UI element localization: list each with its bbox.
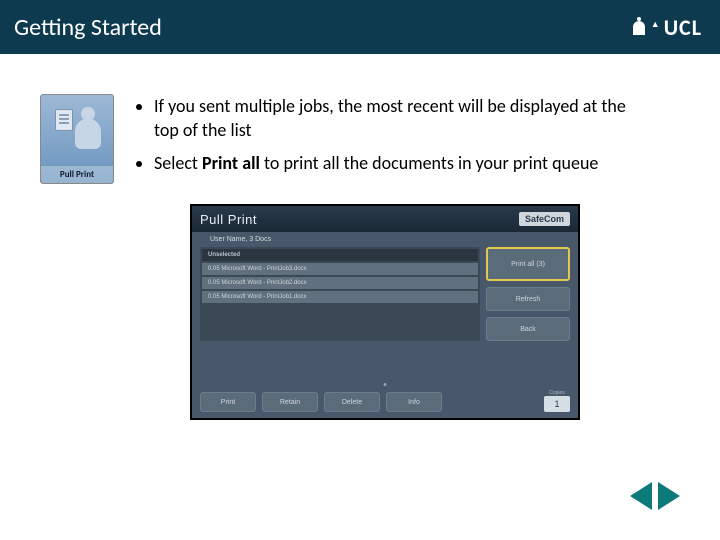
- refresh-button[interactable]: Refresh: [486, 287, 570, 311]
- job-list-header: Unselected: [202, 249, 478, 261]
- bottom-button-row: Print Retain Delete Info Copies 1: [200, 390, 570, 412]
- job-row[interactable]: 0.05 Microsoft Word - PrintJob3.docx: [202, 263, 478, 275]
- side-button-column: Print all (3) Refresh Back: [486, 247, 570, 341]
- pull-print-tile: Pull Print: [40, 94, 114, 184]
- panel-body: Unselected 0.05 Microsoft Word - PrintJo…: [192, 247, 578, 341]
- print-all-button[interactable]: Print all (3): [486, 247, 570, 281]
- next-arrow-icon[interactable]: [658, 482, 680, 510]
- bullet-item: Select Print all to print all the docume…: [154, 151, 634, 175]
- document-icon: [55, 109, 73, 131]
- panel-header: Pull Print SafeCom: [192, 206, 578, 232]
- logo-text: UCL: [664, 14, 702, 41]
- prev-arrow-icon[interactable]: [630, 482, 652, 510]
- job-row[interactable]: 0.05 Microsoft Word - PrintJob2.docx: [202, 277, 478, 289]
- pager-dot-icon: [384, 383, 387, 386]
- bullet-list: If you sent multiple jobs, the most rece…: [134, 94, 634, 184]
- page-title: Getting Started: [14, 13, 162, 42]
- bullet-pre: Select: [154, 152, 202, 174]
- delete-button[interactable]: Delete: [324, 392, 380, 412]
- person-icon: [75, 119, 101, 149]
- panel-subline: User Name, 3 Docs: [192, 232, 578, 247]
- retain-button[interactable]: Retain: [262, 392, 318, 412]
- print-button[interactable]: Print: [200, 392, 256, 412]
- tile-label: Pull Print: [41, 166, 113, 183]
- back-button[interactable]: Back: [486, 317, 570, 341]
- bullet-item: If you sent multiple jobs, the most rece…: [154, 94, 634, 143]
- copies-value[interactable]: 1: [544, 396, 570, 412]
- bullet-bold: Print all: [202, 152, 260, 174]
- ucl-logo: ▲ UCL: [633, 14, 702, 41]
- logo-superscript: ▲: [651, 19, 660, 30]
- content-row: Pull Print If you sent multiple jobs, th…: [0, 54, 720, 184]
- bullet-post: to print all the documents in your print…: [260, 152, 598, 174]
- copies-control: Copies 1: [544, 390, 570, 412]
- printer-panel-screenshot: Pull Print SafeCom User Name, 3 Docs Uns…: [190, 204, 580, 420]
- panel-title: Pull Print: [200, 212, 257, 227]
- safecom-badge: SafeCom: [519, 212, 570, 226]
- job-list: Unselected 0.05 Microsoft Word - PrintJo…: [200, 247, 480, 341]
- info-button[interactable]: Info: [386, 392, 442, 412]
- bullet-text: If you sent multiple jobs, the most rece…: [154, 95, 626, 141]
- slide-nav: [630, 482, 680, 510]
- slide-header: Getting Started ▲ UCL: [0, 0, 720, 54]
- logo-dome-icon: [633, 21, 645, 35]
- job-row[interactable]: 0.05 Microsoft Word - PrintJob1.docx: [202, 291, 478, 303]
